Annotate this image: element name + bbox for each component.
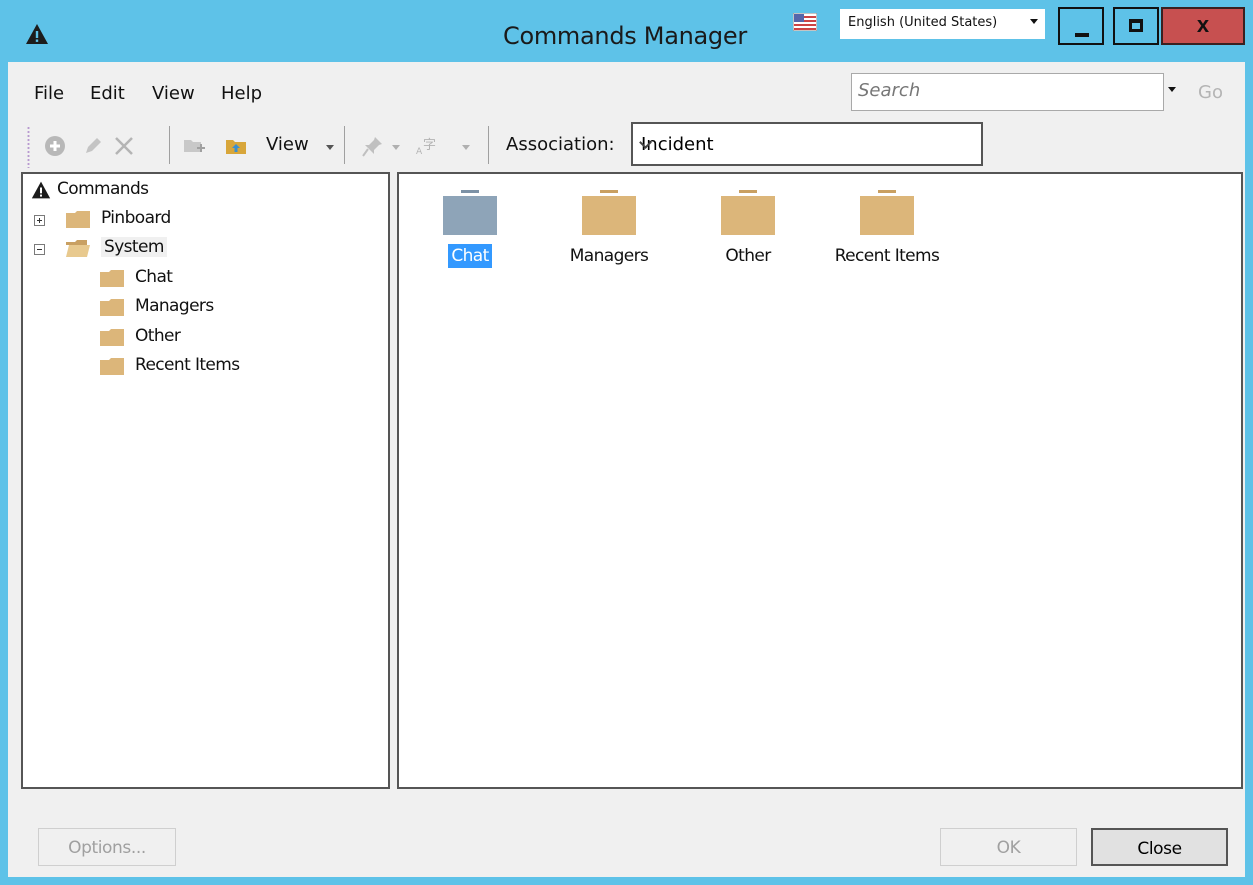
content-item-recent-items[interactable]: Recent Items bbox=[817, 184, 957, 274]
tree-item-chat[interactable]: Chat bbox=[23, 265, 323, 291]
content-item-label: Recent Items bbox=[834, 246, 940, 266]
selected-label: Chat bbox=[448, 244, 492, 268]
toolbar: View A 字 Association: Incident bbox=[8, 120, 1245, 172]
tree-item-label: Pinboard bbox=[101, 208, 171, 228]
expand-icon[interactable] bbox=[34, 215, 45, 226]
content-item-label: Managers bbox=[569, 246, 649, 266]
go-button[interactable]: Go bbox=[1198, 82, 1223, 103]
search-input[interactable]: Search bbox=[851, 73, 1164, 111]
add-icon[interactable] bbox=[43, 134, 67, 158]
tree-item-label: System bbox=[101, 237, 167, 257]
tree-item-recent-items[interactable]: Recent Items bbox=[23, 353, 323, 379]
title-bar[interactable]: Commands Manager English (United States)… bbox=[0, 0, 1253, 62]
delete-icon[interactable] bbox=[112, 134, 136, 158]
us-flag-icon[interactable] bbox=[793, 13, 817, 31]
window-title: Commands Manager bbox=[503, 22, 747, 50]
tree-item-label: Commands bbox=[57, 179, 149, 199]
tree-item-label: Managers bbox=[135, 296, 214, 316]
options-button[interactable]: Options... bbox=[38, 828, 176, 866]
association-select[interactable]: Incident bbox=[631, 122, 983, 166]
menu-file[interactable]: File bbox=[34, 83, 64, 104]
tree-item-other[interactable]: Other bbox=[23, 324, 323, 350]
tree-item-label: Recent Items bbox=[135, 355, 240, 375]
close-window-button[interactable]: x bbox=[1161, 7, 1245, 45]
commands-manager-window: Commands Manager English (United States)… bbox=[0, 0, 1253, 885]
translate-icon[interactable]: A 字 bbox=[415, 134, 439, 158]
content-item-label: Chat bbox=[400, 244, 540, 268]
folder-icon bbox=[721, 190, 775, 235]
dropdown-caret-icon bbox=[1030, 19, 1038, 24]
warning-triangle-icon bbox=[26, 24, 48, 44]
folder-icon bbox=[582, 190, 636, 235]
minimize-button[interactable] bbox=[1058, 7, 1104, 45]
pin-icon[interactable] bbox=[361, 134, 385, 158]
folder-icon bbox=[860, 190, 914, 235]
close-icon: x bbox=[1196, 12, 1210, 37]
folder-tree[interactable]: Commands Pinboard System Chat Managers O… bbox=[21, 172, 390, 789]
toolbar-separator bbox=[344, 126, 345, 164]
maximize-icon bbox=[1129, 19, 1143, 32]
association-value: Incident bbox=[641, 134, 714, 155]
menu-help[interactable]: Help bbox=[221, 83, 262, 104]
content-item-managers[interactable]: Managers bbox=[539, 184, 679, 274]
folder-icon bbox=[66, 211, 90, 228]
tree-item-label: Chat bbox=[135, 267, 173, 287]
collapse-icon[interactable] bbox=[34, 244, 45, 255]
menu-bar: File Edit View Help Search Go bbox=[8, 62, 1245, 120]
view-menu-button[interactable]: View bbox=[266, 134, 309, 155]
warning-triangle-icon bbox=[31, 181, 51, 199]
tree-item-managers[interactable]: Managers bbox=[23, 294, 323, 320]
folder-icon bbox=[100, 358, 124, 375]
tree-item-system[interactable]: System bbox=[23, 235, 223, 261]
search-placeholder: Search bbox=[858, 80, 921, 101]
folder-up-icon[interactable] bbox=[224, 134, 248, 158]
toolbar-separator bbox=[488, 126, 489, 164]
folder-icon bbox=[100, 299, 124, 316]
client-area: File Edit View Help Search Go View A 字 A… bbox=[8, 62, 1245, 877]
folder-icon bbox=[443, 190, 497, 235]
svg-text:A: A bbox=[416, 147, 423, 157]
new-folder-icon[interactable] bbox=[182, 134, 206, 158]
view-dropdown-icon[interactable] bbox=[326, 145, 334, 150]
maximize-button[interactable] bbox=[1113, 7, 1159, 45]
edit-pencil-icon[interactable] bbox=[81, 134, 105, 158]
folder-open-icon bbox=[66, 240, 90, 257]
ok-button[interactable]: OK bbox=[940, 828, 1077, 866]
tree-root-commands[interactable]: Commands bbox=[31, 177, 231, 203]
content-item-label: Other bbox=[725, 246, 771, 266]
language-selector[interactable]: English (United States) bbox=[840, 9, 1045, 39]
folder-icon bbox=[100, 270, 124, 287]
folder-icon bbox=[100, 329, 124, 346]
menu-view[interactable]: View bbox=[152, 83, 195, 104]
svg-text:字: 字 bbox=[423, 138, 436, 153]
content-item-chat[interactable]: Chat bbox=[400, 184, 540, 274]
toolbar-grip[interactable] bbox=[27, 126, 30, 168]
association-label: Association: bbox=[506, 134, 615, 155]
minimize-icon bbox=[1075, 33, 1089, 37]
search-dropdown-icon[interactable] bbox=[1168, 87, 1176, 92]
language-label: English (United States) bbox=[848, 15, 998, 30]
menu-edit[interactable]: Edit bbox=[90, 83, 125, 104]
close-button[interactable]: Close bbox=[1091, 828, 1228, 866]
folder-content-view[interactable]: Chat Managers Other Recent Items bbox=[397, 172, 1243, 789]
tree-item-label: Other bbox=[135, 326, 181, 346]
pin-dropdown-icon[interactable] bbox=[392, 145, 400, 150]
tree-item-pinboard[interactable]: Pinboard bbox=[23, 206, 223, 232]
toolbar-separator bbox=[169, 126, 170, 164]
translate-dropdown-icon[interactable] bbox=[462, 145, 470, 150]
content-item-other[interactable]: Other bbox=[678, 184, 818, 274]
